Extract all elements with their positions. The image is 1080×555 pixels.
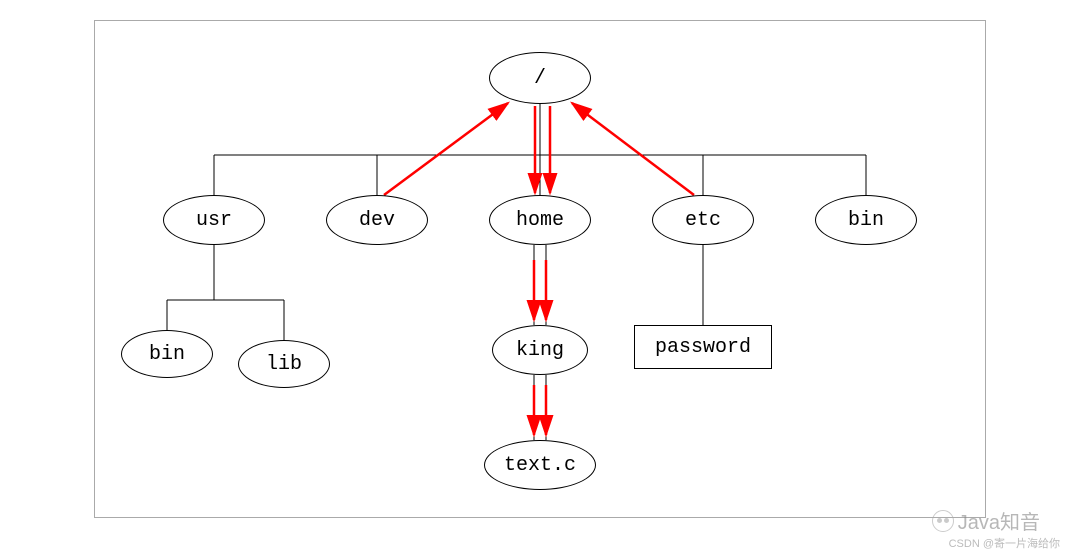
node-lib: lib	[238, 340, 330, 388]
node-dev: dev	[326, 195, 428, 245]
node-bin-child-label: bin	[149, 343, 185, 366]
node-root: /	[489, 52, 591, 104]
watermark-csdn: CSDN @寄一片海给你	[949, 535, 1060, 551]
node-bin-top: bin	[815, 195, 917, 245]
node-password-label: password	[655, 336, 751, 359]
watermark-java-text: Java知音	[958, 506, 1040, 535]
node-usr-label: usr	[196, 209, 232, 232]
node-usr: usr	[163, 195, 265, 245]
wechat-icon	[932, 510, 954, 532]
node-dev-label: dev	[359, 209, 395, 232]
watermark-java: Java知音	[932, 506, 1040, 535]
node-home-label: home	[516, 209, 564, 232]
node-bin-top-label: bin	[848, 209, 884, 232]
node-king: king	[492, 325, 588, 375]
node-lib-label: lib	[266, 353, 302, 376]
node-textc-label: text.c	[504, 454, 576, 477]
node-etc: etc	[652, 195, 754, 245]
node-etc-label: etc	[685, 209, 721, 232]
node-root-label: /	[534, 67, 546, 90]
node-password: password	[634, 325, 772, 369]
node-king-label: king	[516, 339, 564, 362]
node-bin-child: bin	[121, 330, 213, 378]
node-textc: text.c	[484, 440, 596, 490]
watermark-csdn-text: CSDN @寄一片海给你	[949, 538, 1060, 550]
node-home: home	[489, 195, 591, 245]
